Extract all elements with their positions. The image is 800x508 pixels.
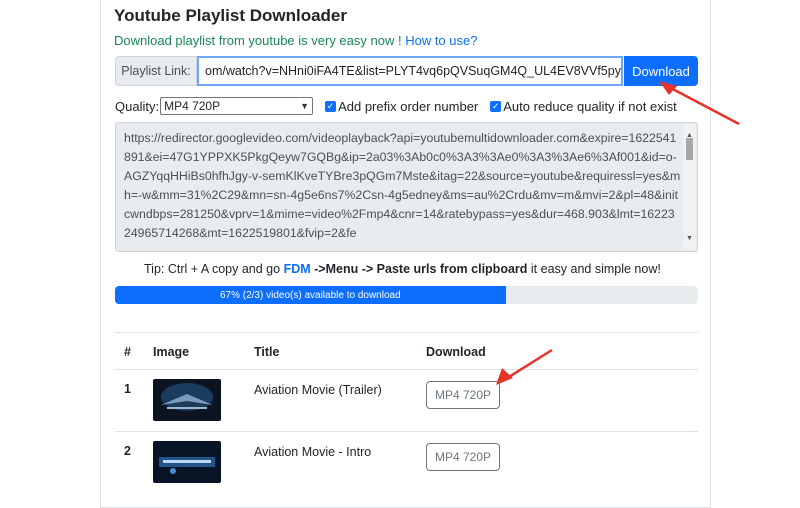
tip-suffix: it easy and simple now! [530,262,661,276]
urls-output-textarea[interactable]: https://redirector.googlevideo.com/video… [115,122,698,252]
auto-reduce-label: Auto reduce quality if not exist [503,98,677,114]
tip-prefix: Tip: Ctrl + A copy and go [144,262,281,276]
progress-bar: 67% (2/3) video(s) available to download [115,286,506,304]
quality-select-value: MP4 720P [164,99,221,113]
row-number: 2 [124,444,131,458]
prefix-order-checkbox[interactable]: ✓ Add prefix order number [325,99,478,114]
quality-select[interactable]: MP4 720P ▼ [160,97,314,115]
playlist-link-group: Playlist Link: om/watch?v=NHni0iFA4TE&li… [115,56,698,86]
annotation-arrow-icon [496,348,553,385]
tip-fdm: FDM [283,262,311,276]
header-number: # [124,345,131,359]
tip-arrow-2: -> [361,262,374,276]
options-row: Quality: MP4 720P ▼ ✓ Add prefix order n… [115,96,677,116]
tip-paste: Paste urls from clipboard [376,262,528,276]
tip-text: Tip: Ctrl + A copy and go FDM ->Menu -> … [144,262,661,276]
download-progress: 67% (2/3) video(s) available to download [115,286,698,304]
how-to-use-link[interactable]: How to use? [405,33,477,48]
video-title: Aviation Movie - Intro [254,445,372,459]
table-row: 2 Aviation Movie - Intro MP4 720P [115,431,698,494]
urls-output-text: https://redirector.googlevideo.com/video… [124,131,681,240]
page-title: Youtube Playlist Downloader [114,6,347,25]
video-title: Aviation Movie (Trailer) [254,383,382,397]
video-thumbnail [153,379,221,421]
page-subtitle: Download playlist from youtube is very e… [114,33,477,48]
tip-arrow-1: -> [314,262,326,276]
quality-label: Quality: [115,98,160,114]
auto-reduce-checkbox[interactable]: ✓ Auto reduce quality if not exist [490,98,677,114]
format-download-button[interactable]: MP4 720P [426,443,500,471]
playlist-link-label: Playlist Link: [115,56,197,86]
video-thumbnail [153,441,221,483]
subtitle-text: Download playlist from youtube is very e… [114,33,402,48]
chevron-down-icon: ▼ [300,101,310,111]
textarea-scrollbar[interactable]: ▲ ▼ [683,124,696,250]
prefix-order-label: Add prefix order number [338,98,479,114]
check-icon: ✓ [325,100,337,112]
check-icon: ✓ [490,100,502,112]
header-title: Title [254,345,280,359]
header-download: Download [426,345,486,359]
table-header-row: # Image Title Download [115,332,698,371]
playlist-link-input[interactable]: om/watch?v=NHni0iFA4TE&list=PLYT4vq6pQVS… [197,56,623,86]
table-row: 1 Aviation Movie (Trailer) MP4 720P [115,369,698,432]
annotation-arrow-icon [659,81,740,126]
row-number: 1 [124,382,131,396]
progress-label: 67% (2/3) video(s) available to download [219,289,401,301]
format-download-button[interactable]: MP4 720P [426,381,500,409]
tip-menu: Menu [325,262,359,276]
scrollbar-thumb[interactable] [686,138,693,160]
header-image: Image [153,345,190,359]
scroll-down-icon[interactable]: ▼ [686,229,693,248]
